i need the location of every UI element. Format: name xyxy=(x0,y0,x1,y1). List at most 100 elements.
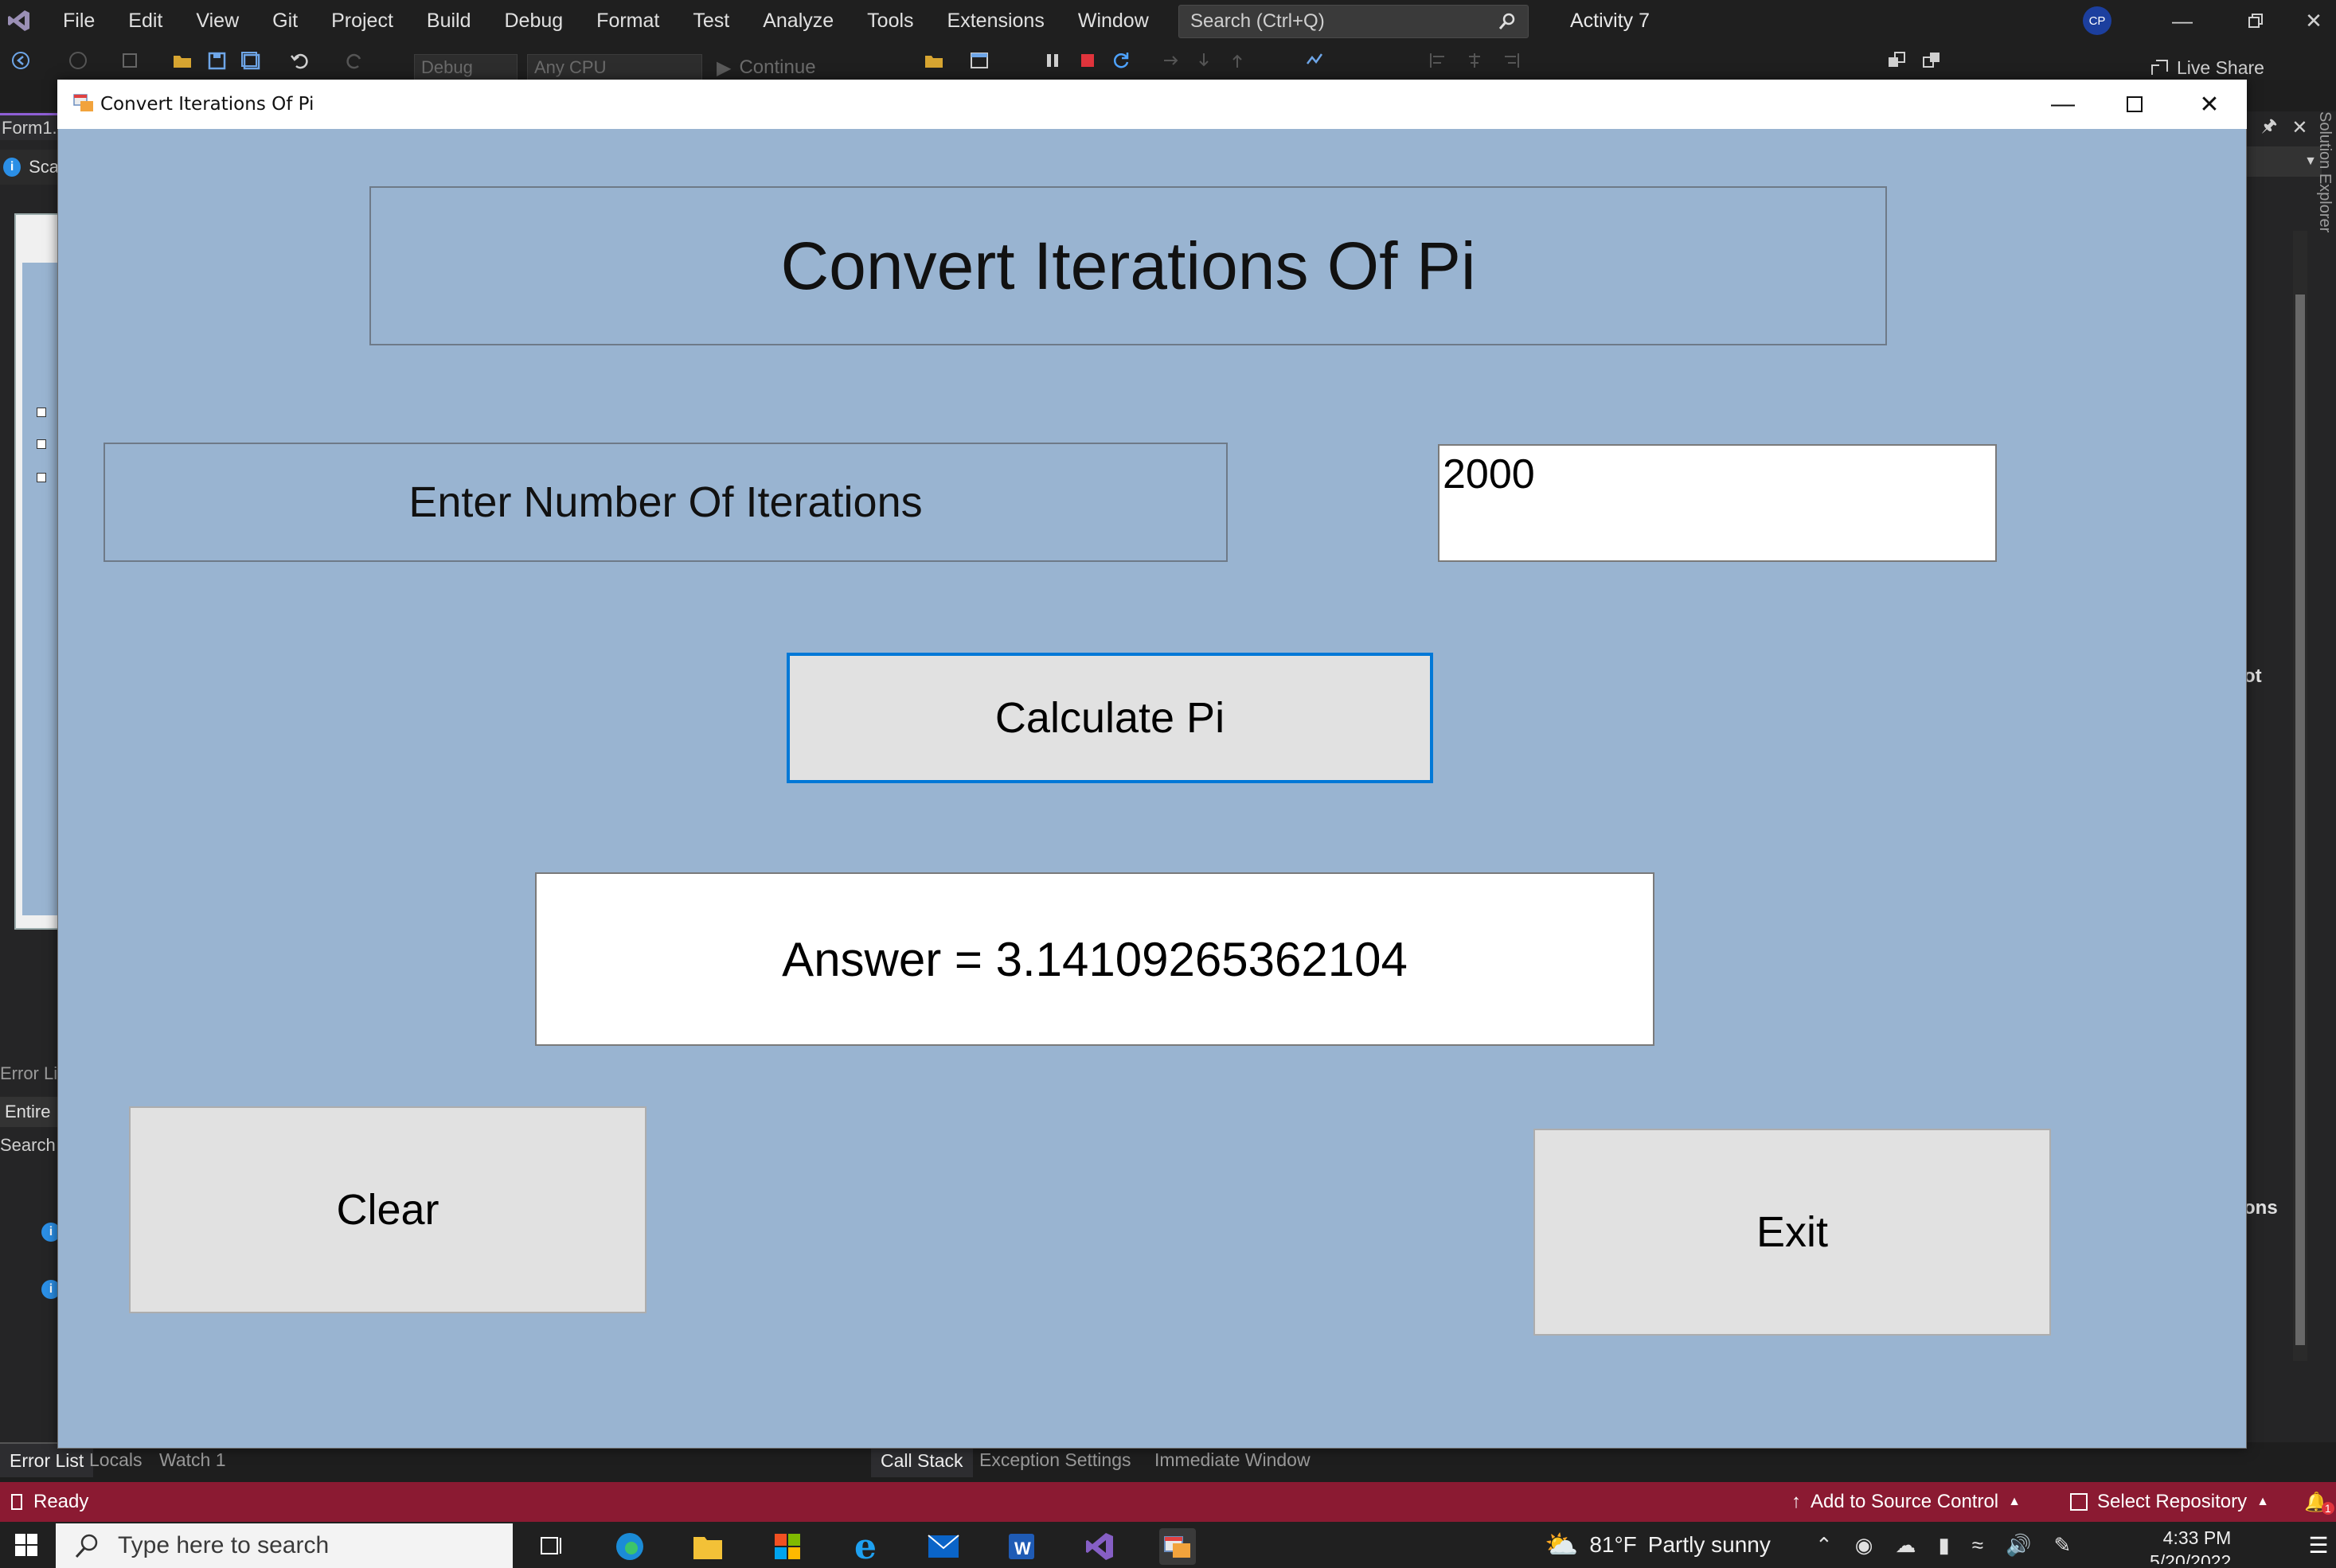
status-ready-icon xyxy=(11,1494,22,1510)
store-icon[interactable] xyxy=(769,1528,806,1565)
weather-widget[interactable]: ⛅ 81°F Partly sunny xyxy=(1545,1522,1771,1568)
menu-file[interactable]: File xyxy=(46,0,111,41)
cloud-offline-icon[interactable]: ☁ xyxy=(1895,1533,1916,1558)
error-search-box[interactable]: Search xyxy=(0,1135,56,1156)
app-maximize-icon[interactable] xyxy=(2099,80,2170,129)
resize-handle[interactable] xyxy=(37,439,46,449)
pause-icon[interactable] xyxy=(1043,51,1064,70)
restart-icon[interactable] xyxy=(1111,51,1132,70)
search-icon xyxy=(75,1534,98,1558)
visual-studio-icon[interactable] xyxy=(1081,1528,1118,1565)
file-explorer-icon[interactable] xyxy=(689,1528,726,1565)
resize-handle[interactable] xyxy=(37,473,46,482)
bring-to-front-icon[interactable] xyxy=(1887,51,1908,70)
clear-button[interactable]: Clear xyxy=(129,1106,647,1313)
pin-icon[interactable]: 🖈 xyxy=(2261,112,2277,142)
undo-icon[interactable] xyxy=(290,51,311,70)
redo-icon[interactable] xyxy=(344,51,365,70)
align-lefts-icon[interactable] xyxy=(1428,51,1449,70)
menu-extensions[interactable]: Extensions xyxy=(931,0,1061,41)
action-center-icon[interactable]: ☰ xyxy=(2301,1522,2336,1568)
align-rights-icon[interactable] xyxy=(1502,51,1522,70)
exit-button[interactable]: Exit xyxy=(1533,1129,2051,1336)
scrollbar-thumb[interactable] xyxy=(2295,294,2305,1345)
solution-platform-select[interactable]: Any CPU xyxy=(527,54,702,81)
winforms-app-icon[interactable] xyxy=(1159,1528,1196,1565)
back-icon[interactable] xyxy=(11,51,32,70)
share-icon xyxy=(2151,60,2168,75)
edge-icon[interactable] xyxy=(611,1528,648,1565)
meet-now-icon[interactable]: ◉ xyxy=(1855,1533,1873,1558)
menu-project[interactable]: Project xyxy=(314,0,410,41)
form-layout-icon[interactable] xyxy=(970,51,990,70)
menu-view[interactable]: View xyxy=(179,0,256,41)
add-to-source-control-label: Add to Source Control xyxy=(1811,1491,1999,1512)
stop-icon[interactable] xyxy=(1078,51,1099,70)
taskbar-clock[interactable]: 4:33 PM 5/20/2022 xyxy=(2150,1522,2231,1568)
notifications-button[interactable]: 🔔 1 xyxy=(2304,1482,2334,1522)
live-share-label: Live Share xyxy=(2177,57,2264,78)
add-to-source-control-button[interactable]: ↑ Add to Source Control ▲ xyxy=(1791,1482,2021,1522)
vs-minimize-icon[interactable]: — xyxy=(2147,0,2218,41)
search-icon xyxy=(1498,13,1515,29)
clock-date: 5/20/2022 xyxy=(2150,1551,2232,1564)
menu-format[interactable]: Format xyxy=(580,0,676,41)
open-file-icon[interactable] xyxy=(924,51,944,70)
menu-analyze[interactable]: Analyze xyxy=(746,0,850,41)
send-to-back-icon[interactable] xyxy=(1922,51,1943,70)
step-into-icon[interactable] xyxy=(1194,51,1215,70)
save-all-icon[interactable] xyxy=(240,51,261,70)
app-close-icon[interactable]: ✕ xyxy=(2174,80,2245,129)
step-over-icon[interactable] xyxy=(1161,51,1182,70)
chevron-up-icon[interactable]: ⌃ xyxy=(1815,1533,1833,1558)
menu-test[interactable]: Test xyxy=(676,0,746,41)
step-out-icon[interactable] xyxy=(1228,51,1248,70)
info-icon: i xyxy=(3,158,21,177)
solution-explorer-vertical-tab[interactable]: Solution Explorer xyxy=(2315,111,2334,232)
vs-restore-icon[interactable] xyxy=(2220,0,2291,41)
iterations-input[interactable]: 2000 xyxy=(1438,444,1997,562)
wifi-icon[interactable]: ≈ xyxy=(1972,1533,1983,1558)
menu-debug[interactable]: Debug xyxy=(488,0,580,41)
close-pane-icon[interactable]: ✕ xyxy=(2291,116,2307,139)
align-centers-icon[interactable] xyxy=(1465,51,1486,70)
weather-desc: Partly sunny xyxy=(1647,1532,1771,1557)
visual-studio-logo-icon[interactable] xyxy=(0,0,38,41)
live-share-button[interactable]: Live Share xyxy=(2150,54,2264,81)
resize-handle[interactable] xyxy=(37,408,46,417)
ie-icon[interactable]: e xyxy=(847,1527,884,1567)
continue-button[interactable]: ▶ Continue xyxy=(717,54,816,81)
new-project-icon[interactable] xyxy=(121,51,142,70)
vs-close-icon[interactable]: ✕ xyxy=(2291,0,2336,41)
mail-icon[interactable] xyxy=(925,1528,962,1565)
select-repository-button[interactable]: Select Repository ▲ xyxy=(2070,1482,2269,1522)
document-tab-form1[interactable]: Form1.c xyxy=(0,113,66,140)
save-icon[interactable] xyxy=(207,51,228,70)
menu-edit[interactable]: Edit xyxy=(111,0,179,41)
menu-tools[interactable]: Tools xyxy=(850,0,930,41)
app-minimize-icon[interactable]: — xyxy=(2027,80,2099,129)
pen-icon[interactable]: ✎ xyxy=(2053,1533,2071,1558)
error-scope-select[interactable]: Entire xyxy=(0,1097,59,1127)
open-folder-icon[interactable] xyxy=(172,51,193,70)
solution-name: Activity 7 xyxy=(1570,9,1650,32)
vs-search-box[interactable]: Search (Ctrl+Q) xyxy=(1178,5,1529,38)
windows-start-icon[interactable] xyxy=(0,1522,53,1568)
word-icon[interactable]: W xyxy=(1003,1528,1040,1565)
taskbar-search-box[interactable]: Type here to search xyxy=(56,1523,513,1568)
forward-icon[interactable] xyxy=(68,51,89,70)
vs-search-placeholder: Search (Ctrl+Q) xyxy=(1190,10,1325,32)
partly-sunny-icon: ⛅ xyxy=(1545,1530,1579,1560)
menu-git[interactable]: Git xyxy=(256,0,314,41)
menu-window[interactable]: Window xyxy=(1061,0,1166,41)
calculate-pi-button[interactable]: Calculate Pi xyxy=(787,653,1433,783)
menu-build[interactable]: Build xyxy=(410,0,488,41)
volume-icon[interactable]: 🔊 xyxy=(2006,1533,2031,1558)
battery-icon[interactable]: ▮ xyxy=(1938,1533,1949,1558)
avatar[interactable]: CP xyxy=(2083,6,2111,35)
app-titlebar[interactable] xyxy=(57,80,2247,129)
diagnostic-tools-icon[interactable] xyxy=(1306,51,1326,70)
solution-explorer-dropdown[interactable]: ▼ xyxy=(2245,146,2322,177)
task-view-icon[interactable] xyxy=(533,1528,570,1565)
solution-config-select[interactable]: Debug xyxy=(414,54,518,81)
